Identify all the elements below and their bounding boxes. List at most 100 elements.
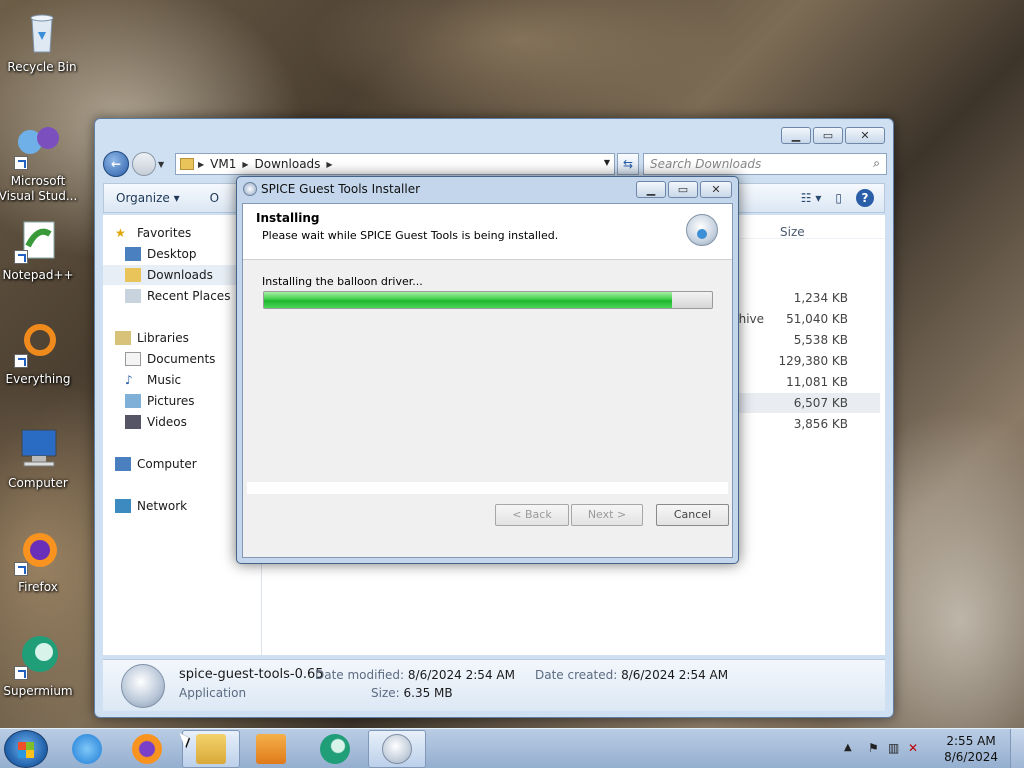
desktop-icon-firefox[interactable]: Firefox: [0, 528, 80, 595]
restore-icon: ▭: [822, 129, 834, 142]
network-icon[interactable]: ▥: [888, 741, 902, 755]
nav-favorites[interactable]: ★ Favorites: [115, 223, 191, 243]
system-tray: ▲ ⚑ ▥ ✕ 2:55 AM 8/6/2024: [834, 729, 1024, 768]
desktop-icon-visual-studio[interactable]: Microsoft Visual Stud...: [0, 122, 80, 204]
videos-icon: [125, 415, 141, 429]
next-button[interactable]: Next >: [571, 504, 643, 526]
installer-heading: Installing: [256, 211, 320, 225]
desktop-icon-everything[interactable]: Everything: [0, 320, 80, 387]
back-button[interactable]: ←: [103, 151, 129, 177]
close-icon: ✕: [860, 129, 870, 142]
nav-music[interactable]: ♪ Music: [125, 370, 181, 390]
date-modified-label: Date modified:: [315, 668, 405, 682]
file-size-cell[interactable]: 5,538 KB: [728, 333, 848, 347]
star-icon: ★: [115, 226, 126, 240]
close-icon: ✕: [711, 183, 721, 196]
clock-time: 2:55 AM: [946, 734, 996, 748]
file-size-cell[interactable]: 11,081 KB: [728, 375, 848, 389]
nav-videos[interactable]: Videos: [125, 412, 187, 432]
close-button[interactable]: ✕: [700, 181, 732, 198]
minimize-button[interactable]: ▁: [636, 181, 666, 198]
show-hidden-icons-icon[interactable]: ▲: [844, 742, 852, 753]
close-button[interactable]: ✕: [845, 127, 885, 144]
file-size-cell[interactable]: 51,040 KB: [728, 312, 848, 326]
desktop-icon-notepadpp[interactable]: Notepad++: [0, 216, 80, 283]
back-button[interactable]: < Back: [495, 504, 569, 526]
change-view-icon[interactable]: ☷ ▾: [801, 191, 822, 205]
taskbar-spice-installer[interactable]: [368, 730, 426, 768]
cancel-button[interactable]: Cancel: [656, 504, 729, 526]
installer-header: Installing Please wait while SPICE Guest…: [243, 204, 732, 260]
organize-button[interactable]: Organize ▾: [116, 191, 180, 205]
clock[interactable]: 2:55 AM 8/6/2024: [944, 733, 998, 765]
computer-icon: [14, 424, 62, 472]
search-input[interactable]: Search Downloads ⌕: [643, 153, 887, 175]
taskbar-file-explorer[interactable]: [182, 730, 240, 768]
details-file-name: spice-guest-tools-0.65: [179, 667, 324, 682]
taskbar-internet-explorer[interactable]: [58, 730, 116, 768]
install-progress-bar: [263, 291, 713, 309]
breadcrumb-arrow-icon[interactable]: ▶: [326, 160, 332, 169]
nav-pictures[interactable]: Pictures: [125, 391, 195, 411]
desktop-icon-recycle-bin[interactable]: Recycle Bin: [0, 8, 84, 75]
taskbar-supermium[interactable]: [306, 730, 364, 768]
nav-computer[interactable]: Computer: [115, 454, 197, 474]
breadcrumb-vm1[interactable]: VM1: [210, 157, 236, 171]
start-button[interactable]: [4, 730, 48, 768]
file-size-cell[interactable]: 3,856 KB: [728, 417, 848, 431]
nav-recent-places[interactable]: Recent Places: [125, 286, 230, 306]
address-bar[interactable]: ▶ VM1 ▶ Downloads ▶ ▼: [175, 153, 615, 175]
file-size-cell[interactable]: 6,507 KB: [728, 396, 848, 410]
desktop-icon-label: Recycle Bin: [7, 60, 77, 74]
breadcrumb-downloads[interactable]: Downloads: [255, 157, 321, 171]
file-explorer-icon: [196, 734, 226, 764]
show-desktop-button[interactable]: [1010, 729, 1024, 768]
breadcrumb-arrow-icon[interactable]: ▶: [242, 160, 248, 169]
details-date-created: Date created: 8/6/2024 2:54 AM: [535, 668, 728, 682]
desktop-icon: [125, 247, 141, 261]
recycle-bin-icon: [18, 8, 66, 56]
taskbar-firefox[interactable]: [118, 730, 176, 768]
nav-network[interactable]: Network: [115, 496, 187, 516]
refresh-button[interactable]: ⇆: [617, 153, 639, 175]
taskbar-media-player[interactable]: [242, 730, 300, 768]
column-header-size[interactable]: Size: [780, 225, 805, 239]
desktop-icon-supermium[interactable]: Supermium: [0, 632, 80, 699]
visual-studio-icon: [14, 122, 62, 170]
date-created-value: 8/6/2024 2:54 AM: [621, 668, 729, 682]
preview-pane-icon[interactable]: ▯: [835, 191, 842, 205]
partial-toolbar-button[interactable]: O: [210, 191, 219, 205]
nav-documents[interactable]: Documents: [125, 349, 215, 369]
file-size-cell[interactable]: 1,234 KB: [728, 291, 848, 305]
search-placeholder: Search Downloads: [650, 157, 762, 171]
installer-dialog: SPICE Guest Tools Installer ▁ ▭ ✕ Instal…: [236, 176, 739, 564]
desktop-icon-label: Computer: [8, 476, 68, 490]
taskbar: ▲ ⚑ ▥ ✕ 2:55 AM 8/6/2024: [0, 728, 1024, 768]
desktop-icon-label: Notepad++: [2, 268, 74, 282]
desktop-icon-label: Firefox: [18, 580, 58, 594]
desktop-icon-computer[interactable]: Computer: [0, 424, 80, 491]
back-arrow-icon: ←: [110, 157, 122, 171]
shortcut-arrow-icon: [14, 250, 28, 264]
address-dropdown-icon[interactable]: ▼: [604, 158, 610, 167]
restore-button[interactable]: ▭: [813, 127, 843, 144]
nav-desktop[interactable]: Desktop: [125, 244, 197, 264]
size-label: Size:: [371, 686, 400, 700]
action-center-flag-icon[interactable]: ⚑: [868, 741, 882, 755]
firefox-icon: [14, 528, 62, 576]
search-icon[interactable]: ⌕: [873, 156, 880, 171]
volume-muted-icon[interactable]: ✕: [908, 741, 922, 755]
forward-button[interactable]: [132, 152, 156, 176]
recent-places-icon: [125, 289, 141, 303]
nav-libraries[interactable]: Libraries: [115, 328, 189, 348]
file-size-cell[interactable]: 129,380 KB: [728, 354, 848, 368]
restore-button[interactable]: ▭: [668, 181, 698, 198]
refresh-icon: ⇆: [622, 157, 634, 171]
view-controls: ☷ ▾ ▯ ?: [801, 189, 874, 207]
breadcrumb-arrow-icon[interactable]: ▶: [198, 160, 204, 169]
help-icon[interactable]: ?: [856, 189, 874, 207]
supermium-icon: [320, 734, 350, 764]
notepadpp-icon: [14, 216, 62, 264]
minimize-button[interactable]: ▁: [781, 127, 811, 144]
recent-pages-dropdown-icon[interactable]: ▼: [158, 160, 168, 169]
